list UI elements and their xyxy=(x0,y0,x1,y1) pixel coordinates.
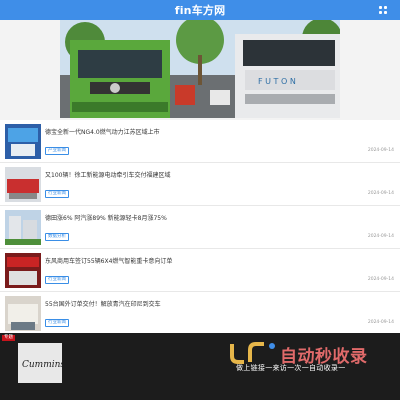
news-date: 2024-09-14 xyxy=(367,148,394,153)
news-thumbnail[interactable] xyxy=(5,124,41,159)
news-tag[interactable]: 行业新闻 xyxy=(45,276,69,284)
news-title[interactable]: 又100辆！徐工新能源电动牵引车交付福建区域 xyxy=(45,170,345,179)
news-title[interactable]: 德田涨6% 阿汽涨89% 新能源轻卡8月涨75% xyxy=(45,213,345,222)
watermark: 自动秒收录 做上链接一来访一次一自动收录一 xyxy=(228,338,388,382)
news-title[interactable]: 东风商用车签订55辆6X4燃气智能重卡意向订单 xyxy=(45,256,345,265)
news-thumbnail[interactable] xyxy=(5,210,41,245)
grid-menu-icon[interactable] xyxy=(379,6,388,15)
top-bar: fin车方网 xyxy=(0,0,400,20)
news-thumbnail[interactable] xyxy=(5,167,41,202)
news-tag[interactable]: 行业新闻 xyxy=(45,190,69,198)
svg-text:F U T O N: F U T O N xyxy=(258,77,296,86)
news-title[interactable]: 55台国外订单交付！解放青汽在印尼到交车 xyxy=(45,299,345,308)
news-thumbnail[interactable] xyxy=(5,253,41,288)
promo-badge: 专题 xyxy=(2,335,15,341)
site-logo[interactable]: fin车方网 xyxy=(0,0,400,20)
news-item[interactable]: 德宝全新一代NG4.0燃气动力江苏区域上市 产业新闻 2024-09-14 xyxy=(0,120,400,163)
news-tag[interactable]: 产业新闻 xyxy=(45,147,69,155)
cummins-logo-icon[interactable]: Cummins xyxy=(16,343,64,383)
news-date: 2024-09-14 xyxy=(367,191,394,196)
news-item[interactable]: 55台国外订单交付！解放青汽在印尼到交车 行业新闻 2024-09-14 xyxy=(0,292,400,335)
banner-image[interactable]: F U T O N xyxy=(60,20,340,118)
news-date: 2024-09-14 xyxy=(367,320,394,325)
news-date: 2024-09-14 xyxy=(367,277,394,282)
news-thumbnail[interactable] xyxy=(5,296,41,331)
news-item[interactable]: 东风商用车签订55辆6X4燃气智能重卡意向订单 行业新闻 2024-09-14 xyxy=(0,249,400,292)
svg-text:Cummins: Cummins xyxy=(22,360,64,370)
news-date: 2024-09-14 xyxy=(367,234,394,239)
news-item[interactable]: 又100辆！徐工新能源电动牵引车交付福建区域 行业新闻 2024-09-14 xyxy=(0,163,400,206)
news-tag[interactable]: 行业新闻 xyxy=(45,319,69,327)
news-title[interactable]: 德宝全新一代NG4.0燃气动力江苏区域上市 xyxy=(45,127,345,136)
watermark-logo-icon xyxy=(230,342,275,364)
news-tag[interactable]: 数据分析 xyxy=(45,233,69,241)
news-item[interactable]: 德田涨6% 阿汽涨89% 新能源轻卡8月涨75% 数据分析 2024-09-14 xyxy=(0,206,400,249)
watermark-subtitle: 做上链接一来访一次一自动收录一 xyxy=(236,364,346,372)
